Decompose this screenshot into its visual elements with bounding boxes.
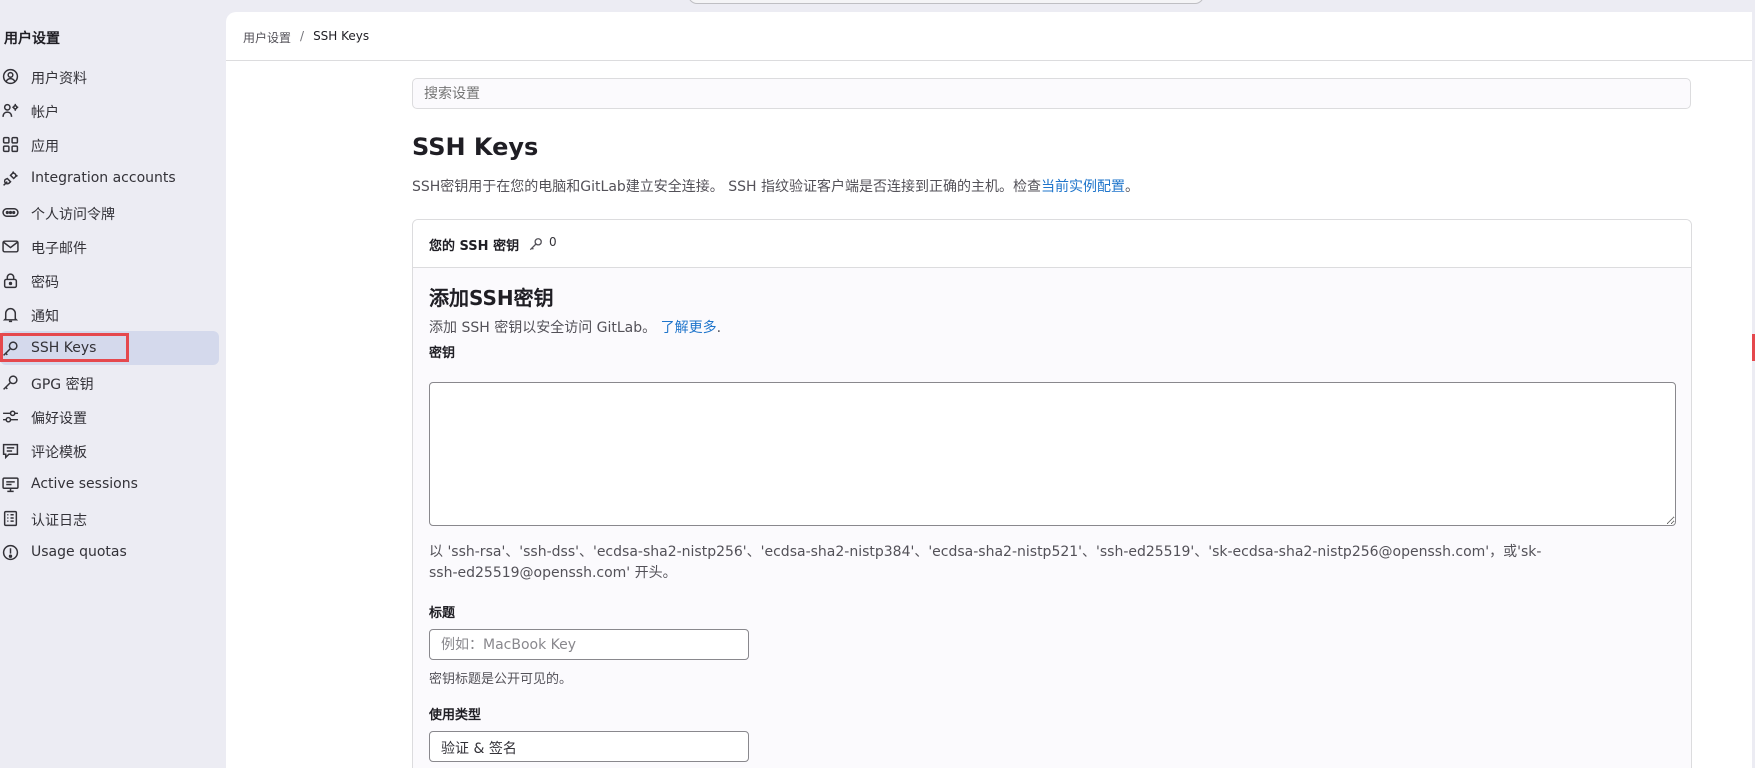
applications-icon bbox=[2, 136, 19, 153]
sidebar-item-label: 应用 bbox=[31, 139, 59, 155]
sidebar-item-ssh-keys[interactable]: SSH Keys bbox=[0, 331, 219, 365]
sidebar-nav: 用户资料 帐户 应用 Integration accounts 个人访问令牌 电… bbox=[0, 59, 226, 569]
key-icon bbox=[2, 374, 19, 391]
sidebar-item-emails[interactable]: 电子邮件 bbox=[0, 229, 219, 263]
card-header-title: 您的 SSH 密钥 bbox=[429, 239, 520, 254]
sidebar-item-active-sessions[interactable]: Active sessions bbox=[0, 467, 219, 501]
sidebar-item-applications[interactable]: 应用 bbox=[0, 127, 219, 161]
bell-icon bbox=[2, 306, 19, 323]
page-description: SSH密钥用于在您的电脑和GitLab建立安全连接。 SSH 指纹验证客户端是否… bbox=[412, 176, 1139, 196]
preferences-icon bbox=[2, 408, 19, 425]
ssh-keys-card: 您的 SSH 密钥 0 添加SSH密钥 添加 SSH 密钥以安全访问 GitLa… bbox=[412, 219, 1692, 768]
sidebar: 用户设置 用户资料 帐户 应用 Integration accounts 个人访… bbox=[0, 12, 226, 768]
card-header: 您的 SSH 密钥 0 bbox=[413, 220, 1691, 268]
sidebar-item-password[interactable]: 密码 bbox=[0, 263, 219, 297]
top-address-bar[interactable] bbox=[688, 0, 1204, 4]
sidebar-item-auth-log[interactable]: 认证日志 bbox=[0, 501, 219, 535]
key-icon bbox=[529, 236, 543, 251]
log-icon bbox=[2, 510, 19, 527]
breadcrumb-separator: / bbox=[300, 29, 305, 43]
sidebar-item-label: 偏好设置 bbox=[31, 411, 87, 427]
main-panel: 用户设置 / SSH Keys SSH Keys SSH密钥用于在您的电脑和Gi… bbox=[226, 12, 1755, 768]
token-icon bbox=[2, 204, 19, 221]
sidebar-item-label: Usage quotas bbox=[31, 544, 127, 560]
sidebar-item-label: 帐户 bbox=[31, 105, 59, 121]
add-ssh-key-description-text: 添加 SSH 密钥以安全访问 GitLab。 bbox=[429, 320, 657, 336]
breadcrumb: 用户设置 / SSH Keys bbox=[243, 29, 369, 46]
instance-configuration-link[interactable]: 当前实例配置 bbox=[1041, 179, 1125, 195]
sidebar-item-label: GPG 密钥 bbox=[31, 377, 94, 393]
usage-type-label: 使用类型 bbox=[429, 708, 482, 723]
mail-icon bbox=[2, 238, 19, 255]
quota-icon bbox=[2, 544, 19, 561]
title-field-label: 标题 bbox=[429, 606, 456, 621]
sidebar-item-label: 个人访问令牌 bbox=[31, 207, 115, 223]
sidebar-item-label: 认证日志 bbox=[31, 513, 87, 529]
breadcrumb-parent-link[interactable]: 用户设置 bbox=[243, 29, 291, 46]
page-description-suffix: 。 bbox=[1125, 179, 1139, 195]
sidebar-item-label: Integration accounts bbox=[31, 170, 176, 186]
header-divider bbox=[226, 60, 1755, 61]
comment-icon bbox=[2, 442, 19, 459]
sidebar-item-label: 通知 bbox=[31, 309, 59, 325]
title-input[interactable] bbox=[429, 629, 749, 660]
integration-icon bbox=[2, 170, 19, 187]
add-ssh-key-description-suffix: . bbox=[716, 320, 722, 336]
sidebar-item-profile[interactable]: 用户资料 bbox=[0, 59, 219, 93]
sidebar-item-label: 评论模板 bbox=[31, 445, 87, 461]
sidebar-title: 用户设置 bbox=[4, 31, 60, 47]
usage-type-select[interactable]: 验证 & 签名 bbox=[429, 731, 749, 762]
lock-icon bbox=[2, 272, 19, 289]
account-icon bbox=[2, 102, 19, 119]
key-textarea[interactable] bbox=[429, 382, 1676, 526]
sidebar-item-gpg-keys[interactable]: GPG 密钥 bbox=[0, 365, 219, 399]
add-ssh-key-heading: 添加SSH密钥 bbox=[429, 286, 554, 310]
sidebar-item-preferences[interactable]: 偏好设置 bbox=[0, 399, 219, 433]
breadcrumb-current: SSH Keys bbox=[313, 29, 370, 43]
page-description-text: SSH密钥用于在您的电脑和GitLab建立安全连接。 SSH 指纹验证客户端是否… bbox=[412, 179, 1041, 195]
key-count-badge: 0 bbox=[549, 235, 557, 249]
sidebar-item-label: Active sessions bbox=[31, 476, 138, 492]
page-title: SSH Keys bbox=[412, 133, 539, 161]
sidebar-item-notifications[interactable]: 通知 bbox=[0, 297, 219, 331]
learn-more-link[interactable]: 了解更多 bbox=[661, 320, 717, 336]
key-help-text: 以 'ssh-rsa'、'ssh-dss'、'ecdsa-sha2-nistp2… bbox=[429, 544, 1542, 581]
active-item-highlight bbox=[0, 333, 129, 362]
sidebar-item-access-tokens[interactable]: 个人访问令牌 bbox=[0, 195, 219, 229]
sidebar-item-label: 电子邮件 bbox=[31, 241, 87, 257]
top-strip bbox=[0, 0, 1755, 12]
profile-icon bbox=[2, 68, 19, 85]
key-field-label: 密钥 bbox=[429, 346, 456, 361]
sidebar-item-label: 用户资料 bbox=[31, 71, 87, 87]
sidebar-item-label: 密码 bbox=[31, 275, 59, 291]
sidebar-item-account[interactable]: 帐户 bbox=[0, 93, 219, 127]
sidebar-item-comment-templates[interactable]: 评论模板 bbox=[0, 433, 219, 467]
add-ssh-key-description: 添加 SSH 密钥以安全访问 GitLab。 了解更多. bbox=[429, 317, 721, 337]
title-help-text: 密钥标题是公开可见的。 bbox=[429, 672, 573, 687]
monitor-icon bbox=[2, 476, 19, 493]
sidebar-item-integration-accounts[interactable]: Integration accounts bbox=[0, 161, 219, 195]
search-settings-input[interactable] bbox=[412, 78, 1691, 109]
sidebar-item-usage-quotas[interactable]: Usage quotas bbox=[0, 535, 219, 569]
